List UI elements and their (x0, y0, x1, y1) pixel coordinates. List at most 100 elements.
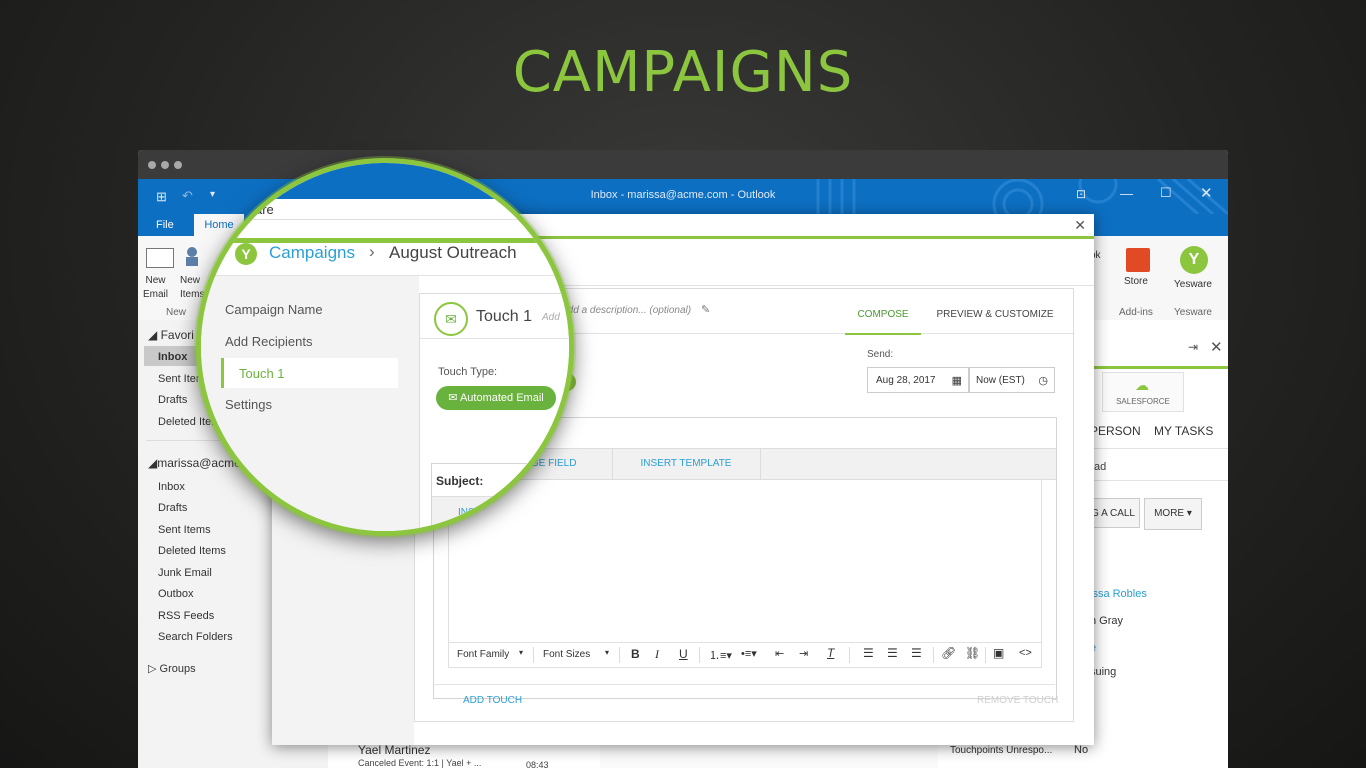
mag-subject-label: Subject: (436, 474, 484, 488)
font-family-label: Font Family (457, 649, 510, 660)
breadcrumb-campaigns[interactable]: Campaigns (269, 243, 355, 263)
cloud-icon: ☁ (1135, 377, 1149, 393)
pin-icon[interactable]: ⇥ (1188, 340, 1198, 354)
yesware-button[interactable]: Yesware (1174, 279, 1212, 290)
email-touch-icon: ✉ (434, 302, 468, 336)
nav-touch-1[interactable]: Touch 1 (221, 358, 398, 388)
font-family-select[interactable]: Font Family (457, 649, 509, 660)
divider (1088, 448, 1228, 449)
tab-person[interactable]: PERSON (1090, 424, 1141, 438)
clear-format-icon[interactable]: T (827, 646, 834, 660)
new-email-button[interactable]: New Email (143, 274, 168, 302)
chevron-down-icon[interactable]: ▾ (605, 648, 609, 657)
favorites-header[interactable]: ◢ Favori (148, 328, 194, 342)
touch-title: Touch 1 (476, 308, 533, 325)
send-date-value: Aug 28, 2017 (876, 375, 936, 386)
pencil-icon[interactable]: ✎ (701, 303, 710, 316)
touch-type-badge[interactable]: ✉ Automated Email (436, 386, 556, 410)
ribbon-group-new: New (166, 307, 187, 318)
send-time-value: Now (EST) (976, 375, 1025, 386)
magnifier-callout: are Y Campaigns › August Outreach Campai… (196, 158, 574, 536)
tab-compose[interactable]: COMPOSE (845, 301, 921, 335)
tab-my-tasks[interactable]: MY TASKS (1154, 424, 1213, 438)
salesforce-tab[interactable]: ☁ SALESFORCE (1102, 372, 1184, 412)
minimize-icon[interactable]: — (1120, 186, 1133, 201)
link-icon[interactable]: 🔗︎ (941, 646, 956, 660)
message-subject[interactable]: Canceled Event: 1:1 | Yael + ... (358, 758, 481, 768)
folder-outbox[interactable]: Outbox (158, 588, 193, 600)
code-icon[interactable]: <> (1019, 647, 1032, 659)
subject-input[interactable] (498, 422, 1042, 448)
message-sender[interactable]: Yael Martinez (358, 743, 430, 757)
folder-junk[interactable]: Junk Email (158, 567, 212, 579)
folder-deleted[interactable]: Deleted Items (158, 545, 226, 557)
mag-yesware-bar: are (201, 199, 569, 220)
ribbon-group-addins: Add-ins (1119, 307, 1153, 318)
chevron-down-icon[interactable]: ▾ (519, 648, 523, 657)
breadcrumb-current: August Outreach (389, 243, 517, 262)
font-sizes-label: Font Sizes (543, 649, 591, 660)
close-icon[interactable]: ✕ (1200, 184, 1213, 202)
folder-search[interactable]: Search Folders (158, 631, 233, 643)
new-email-icon[interactable] (146, 248, 174, 268)
bullet-list-icon[interactable]: •≡▾ (741, 647, 757, 660)
clock-icon: ◷ (1038, 375, 1048, 387)
log-call-button[interactable]: G A CALL (1088, 498, 1140, 528)
folder-fav-drafts[interactable]: Drafts (158, 394, 187, 406)
mag-title-bar (201, 163, 569, 199)
modal-close-icon[interactable]: ✕ (1074, 217, 1086, 234)
pane-close-icon[interactable]: ✕ (1210, 338, 1223, 356)
tab-file[interactable]: File (156, 219, 174, 231)
more-label: MORE (1154, 508, 1185, 519)
indent-icon[interactable]: ⇥ (799, 647, 808, 660)
image-icon[interactable]: ▣ (993, 646, 1004, 660)
mag-yesware-text: are (255, 202, 274, 217)
remove-touch-button[interactable]: REMOVE TOUCH (977, 695, 1058, 706)
bold-icon[interactable]: B (631, 647, 640, 661)
nav-settings[interactable]: Settings (225, 397, 395, 427)
store-button[interactable]: Store (1124, 276, 1148, 287)
folder-drafts[interactable]: Drafts (158, 502, 187, 514)
store-icon[interactable] (1126, 248, 1150, 272)
more-button[interactable]: MORE ▾ (1144, 498, 1202, 530)
unlink-icon[interactable]: ⛓︎ (965, 646, 980, 660)
yesware-logo-icon[interactable]: Y (1180, 246, 1208, 274)
groups-header[interactable]: ▷ Groups (148, 662, 196, 675)
zoom-dot[interactable] (174, 161, 182, 169)
contact-link-0[interactable]: issa Robles (1090, 588, 1147, 600)
divider (533, 647, 534, 663)
mag-insert-label[interactable]: INSERT (458, 507, 495, 518)
add-touch-button[interactable]: ADD TOUCH (463, 695, 522, 706)
maximize-icon[interactable]: ☐ (1160, 185, 1172, 201)
format-toolbar: Font Family ▾ Font Sizes ▾ B I U ⒈≡▾ •≡▾… (448, 642, 1042, 668)
align-center-icon[interactable]: ☰ (887, 646, 898, 660)
close-dot[interactable] (148, 161, 156, 169)
description-input[interactable]: Add a description... (optional) (561, 305, 691, 316)
numbered-list-icon[interactable]: ⒈≡▾ (709, 647, 732, 663)
align-left-icon[interactable]: ☰ (863, 646, 874, 660)
folder-fav-inbox[interactable]: Inbox (158, 351, 187, 363)
divider (1088, 480, 1228, 481)
minimize-dot[interactable] (161, 161, 169, 169)
font-sizes-select[interactable]: Font Sizes (543, 649, 590, 660)
send-date-field[interactable]: Aug 28, 2017 ▦ (867, 367, 969, 393)
outdent-icon[interactable]: ⇤ (775, 647, 784, 660)
align-right-icon[interactable]: ☰ (911, 646, 922, 660)
divider (985, 647, 986, 663)
nav-campaign-name[interactable]: Campaign Name (225, 302, 395, 332)
message-time: 08:43 (526, 760, 549, 768)
new-items-icon[interactable] (184, 246, 206, 268)
tab-preview[interactable]: PREVIEW & CUSTOMIZE (933, 301, 1057, 333)
folder-rss[interactable]: RSS Feeds (158, 610, 214, 622)
underline-icon[interactable]: U (679, 647, 688, 661)
folder-inbox[interactable]: Inbox (158, 481, 185, 493)
add-description-hint: Add (542, 312, 560, 323)
send-label: Send: (867, 349, 894, 360)
divider (433, 684, 1055, 685)
ribbon-display-icon[interactable]: ⊡ (1076, 187, 1086, 201)
divider (849, 647, 850, 663)
send-time-field[interactable]: Now (EST) ◷ (969, 367, 1055, 393)
insert-template-button[interactable]: INSERT TEMPLATE (612, 449, 761, 479)
italic-icon[interactable]: I (655, 647, 659, 662)
divider (699, 647, 700, 663)
